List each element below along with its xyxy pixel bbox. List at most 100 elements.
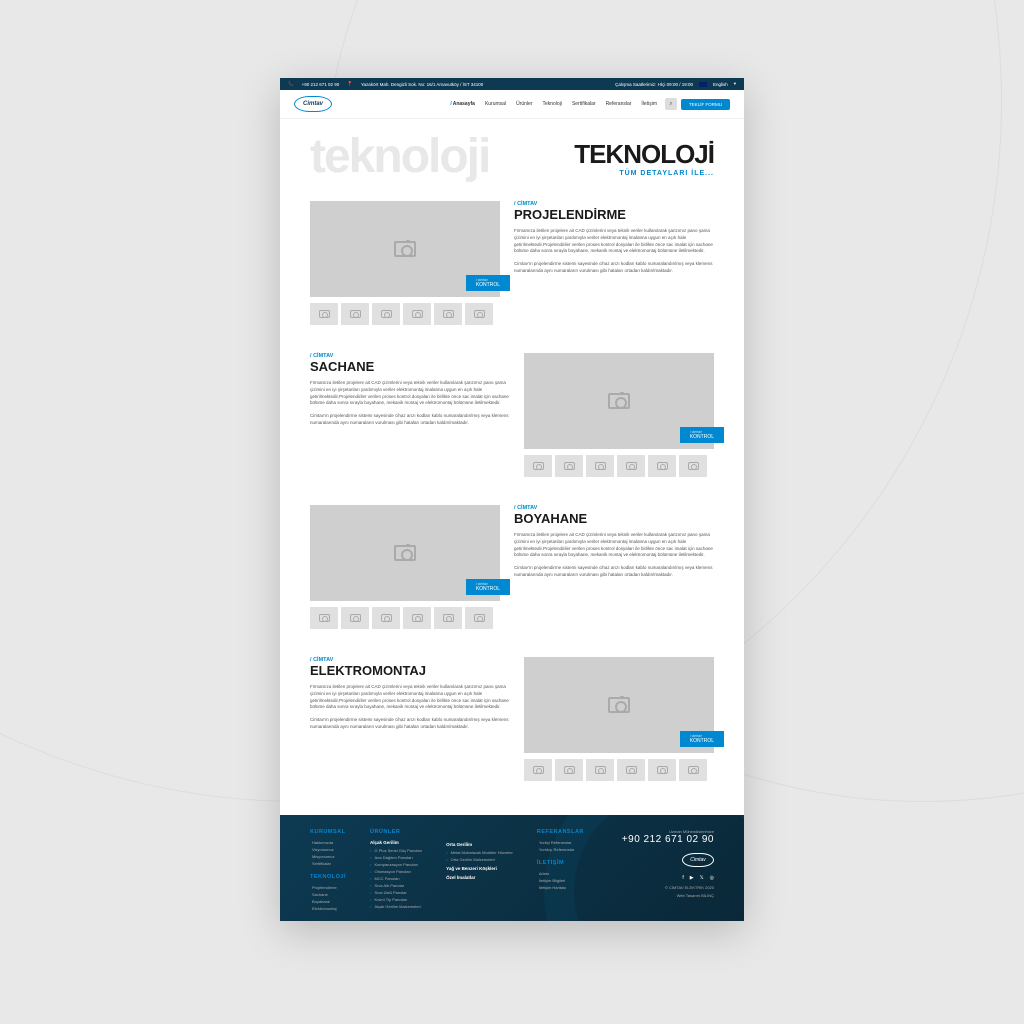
thumbnail[interactable] [341, 607, 369, 629]
footer-subheading: Özel İmalatlar [446, 875, 513, 880]
section-title: PROJELENDİRME [514, 207, 714, 222]
thumbnail[interactable] [586, 455, 614, 477]
camera-icon [350, 614, 361, 622]
nav-teknoloji[interactable]: Teknoloji [542, 101, 561, 107]
body-p2: Cimtav'ın projelendirme sistemi sayesind… [514, 261, 714, 275]
thumbnail[interactable] [586, 759, 614, 781]
footer-right: Uzman Mühendislerimize +90 212 671 02 90… [622, 829, 714, 913]
footer-link[interactable]: G Plus Serisi Güç Panoları [370, 848, 422, 853]
thumbnail[interactable] [434, 607, 462, 629]
footer-col-kurumsal: KURUMSAL Hakkımızda Vizyonumuz Misyonumu… [310, 829, 346, 913]
facebook-icon[interactable]: f [682, 875, 683, 881]
footer-link[interactable]: Orta Gerilim Malzemeleri [446, 857, 513, 862]
footer-link[interactable]: Sıva Altı Panolar [370, 883, 422, 888]
footer-link[interactable]: Misyonumuz [310, 854, 346, 859]
thumbnail[interactable] [465, 607, 493, 629]
social-links: f ▶ 𝕏 ◎ [622, 875, 714, 881]
header: Cimtav Anasayfa Kurumsal Ürünler Teknolo… [280, 90, 744, 119]
lang-select[interactable]: English [713, 82, 728, 87]
footer-link[interactable]: Vizyonumuz [310, 847, 346, 852]
search-button[interactable]: ⌕ [665, 98, 677, 110]
thumbnail[interactable] [310, 303, 338, 325]
thumbnail[interactable] [648, 759, 676, 781]
main-nav: Anasayfa Kurumsal Ürünler Teknoloji Sert… [450, 101, 657, 107]
section-content: CİMTAV SACHANE Firmamıza iletilen projel… [310, 353, 510, 477]
footer-link[interactable]: İletişim Haritası [537, 885, 584, 890]
camera-icon [608, 697, 630, 713]
nav-kurumsal[interactable]: Kurumsal [485, 101, 506, 107]
footer-link[interactable]: İletişim Bilgileri [537, 878, 584, 883]
image-badge: / cimtavKONTROL [680, 731, 724, 747]
topbar-phone: +90 212 671 02 90 [302, 82, 340, 87]
thumbnail[interactable] [372, 303, 400, 325]
thumbnail[interactable] [679, 455, 707, 477]
camera-icon [626, 462, 637, 470]
search-icon: ⌕ [669, 101, 672, 108]
footer-link[interactable]: Hakkımızda [310, 840, 346, 845]
section-elektromontaj: / cimtavKONTROL CİMTAV ELEKTROMONTAJ Fir… [280, 643, 744, 795]
thumbnail[interactable] [524, 455, 552, 477]
footer-link[interactable]: Kompanzasyon Panoları [370, 862, 422, 867]
footer-link[interactable]: Sıva Üstü Panolar [370, 890, 422, 895]
footer-link[interactable]: Otomasyon Panoları [370, 869, 422, 874]
thumbnail[interactable] [679, 759, 707, 781]
body-p1: Firmamıza iletilen projelere ait CAD çiz… [310, 684, 510, 711]
main-image[interactable]: / cimtavKONTROL [310, 201, 500, 297]
footer-link[interactable]: Alçak Gerilim Malzemeleri [370, 904, 422, 909]
footer-link[interactable]: Adres [537, 871, 584, 876]
footer-link[interactable]: Yurtdışı Referanslar [537, 847, 584, 852]
logo[interactable]: Cimtav [294, 96, 332, 112]
nav-iletisim[interactable]: İletişim [641, 101, 657, 107]
thumbnail[interactable] [434, 303, 462, 325]
thumbnail[interactable] [524, 759, 552, 781]
nav-referanslar[interactable]: Referanslar [606, 101, 632, 107]
camera-icon [657, 766, 668, 774]
image-badge: / cimtavKONTROL [466, 579, 510, 595]
camera-icon [688, 462, 699, 470]
footer-link[interactable]: Boyahane [310, 899, 346, 904]
footer-link[interactable]: Sachane [310, 892, 346, 897]
footer-link[interactable]: Elektromontaj [310, 906, 346, 911]
main-image[interactable]: / cimtavKONTROL [524, 657, 714, 753]
thumbnail[interactable] [648, 455, 676, 477]
footer-link[interactable]: Projelendirme [310, 885, 346, 890]
footer-link[interactable]: Ana Dağıtım Panoları [370, 855, 422, 860]
camera-icon [533, 462, 544, 470]
camera-icon [443, 310, 454, 318]
thumbnail[interactable] [555, 455, 583, 477]
body-p2: Cimtav'ın projelendirme sistemi sayesind… [310, 717, 510, 731]
thumbnail[interactable] [465, 303, 493, 325]
nav-urunler[interactable]: Ürünler [516, 101, 532, 107]
section-content: CİMTAV PROJELENDİRME Firmamıza iletilen … [514, 201, 714, 325]
camera-icon [412, 310, 423, 318]
thumbnail[interactable] [403, 303, 431, 325]
camera-icon [595, 766, 606, 774]
cta-button[interactable]: TEKLİF FORMU [681, 99, 730, 110]
badge-small: / cimtav [476, 582, 500, 586]
thumbnail[interactable] [617, 455, 645, 477]
thumbnails [524, 759, 714, 781]
body-p1: Firmamıza iletilen projelere ait CAD çiz… [310, 380, 510, 407]
twitter-icon[interactable]: 𝕏 [700, 875, 704, 881]
nav-anasayfa[interactable]: Anasayfa [450, 101, 475, 107]
thumbnail[interactable] [555, 759, 583, 781]
thumbnail[interactable] [372, 607, 400, 629]
footer-link[interactable]: Metal Muhafazalı Modüler Hücreler [446, 850, 513, 855]
footer-col-urunler2: Orta Gerilim Metal Muhafazalı Modüler Hü… [446, 829, 513, 913]
nav-sertifikalar[interactable]: Sertifikalar [572, 101, 596, 107]
footer-link[interactable]: Sertifikalar [310, 861, 346, 866]
thumbnail[interactable] [403, 607, 431, 629]
thumbnail[interactable] [310, 607, 338, 629]
thumbnail[interactable] [617, 759, 645, 781]
gallery: / cimtavKONTROL [524, 657, 714, 781]
footer-link[interactable]: Yurtiçi Referanslar [537, 840, 584, 845]
footer-link[interactable]: Kısmî Tip Panoları [370, 897, 422, 902]
instagram-icon[interactable]: ◎ [710, 875, 714, 881]
camera-icon [412, 614, 423, 622]
main-image[interactable]: / cimtavKONTROL [310, 505, 500, 601]
gallery: / cimtavKONTROL [310, 201, 500, 325]
main-image[interactable]: / cimtavKONTROL [524, 353, 714, 449]
footer-link[interactable]: MCC Panoları [370, 876, 422, 881]
thumbnail[interactable] [341, 303, 369, 325]
youtube-icon[interactable]: ▶ [690, 875, 694, 881]
